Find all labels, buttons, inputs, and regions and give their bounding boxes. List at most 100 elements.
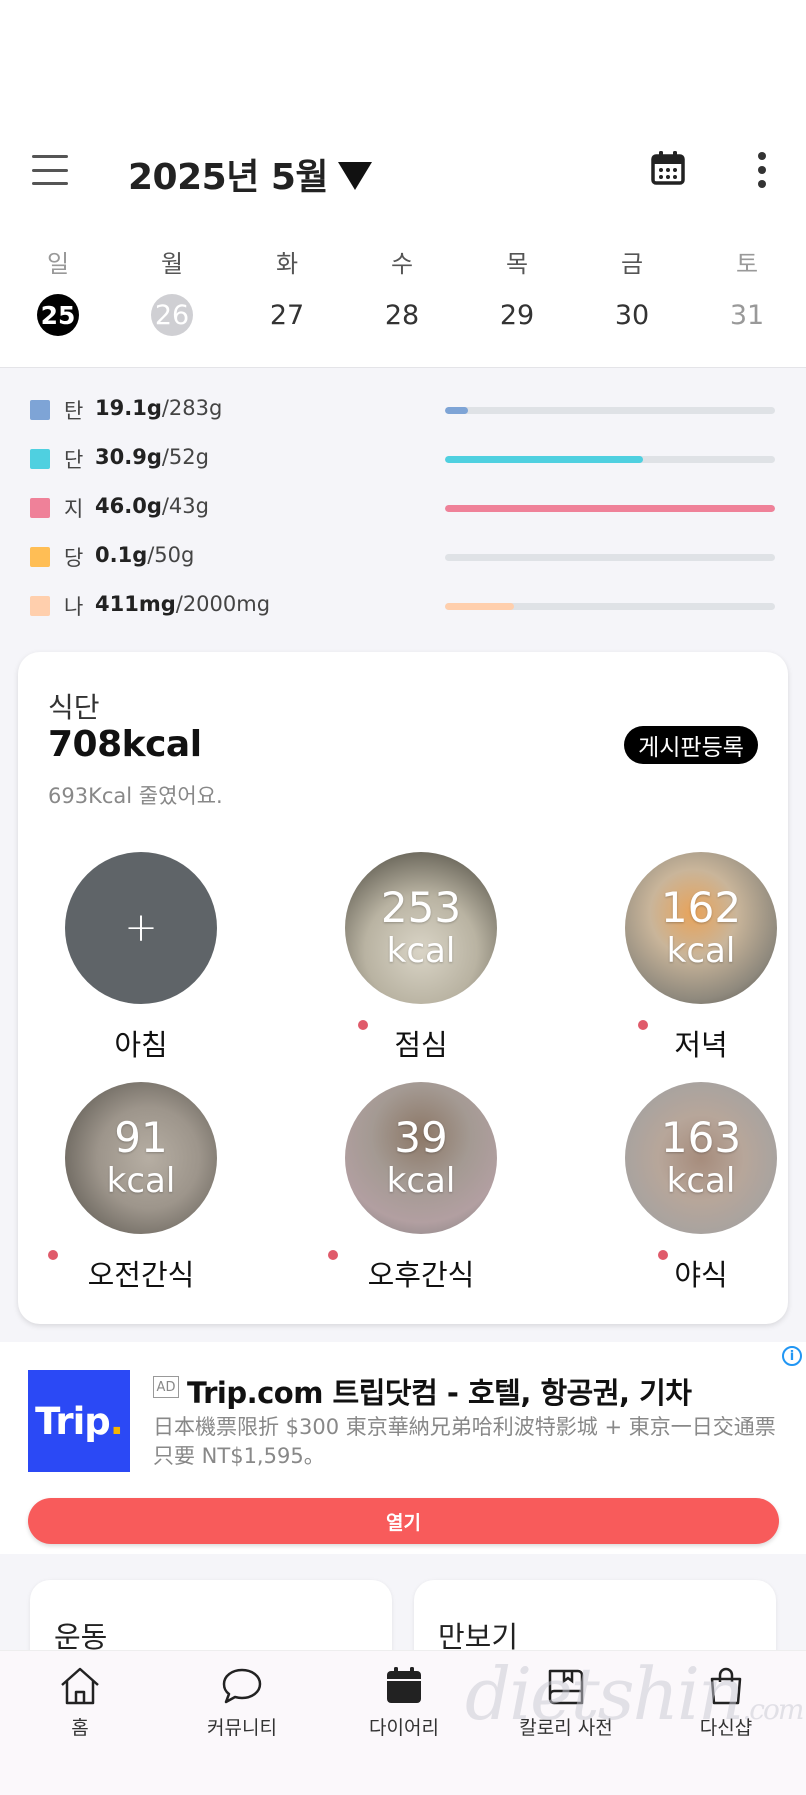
ad-open-button[interactable]: 열기 — [28, 1498, 779, 1544]
meal-kcal-unit: kcal — [666, 1161, 736, 1201]
ad-info-icon[interactable]: i — [782, 1346, 802, 1366]
meal-name: 아침 — [114, 1028, 168, 1062]
book-icon — [548, 1669, 584, 1705]
shopping-bag-icon — [710, 1667, 742, 1705]
nutrient-swatch — [30, 498, 50, 518]
app-header: 2025년 5월 일 25 월 26 화 27 수 28 목 29 금 30 토… — [0, 0, 806, 368]
meal-recorded-dot — [328, 1250, 338, 1260]
meal-name: 점심 — [394, 1028, 448, 1062]
menu-icon[interactable] — [32, 155, 68, 185]
day-number: 28 — [384, 299, 420, 331]
meal-recorded-dot — [48, 1250, 58, 1260]
nutrient-value: 46.0g/43g — [95, 494, 209, 518]
month-title-text: 2025년 5월 — [128, 157, 329, 198]
day-wednesday[interactable]: 수 28 — [372, 244, 432, 336]
day-sunday[interactable]: 일 25 — [28, 244, 88, 336]
add-meal-button[interactable]: + — [65, 852, 217, 1004]
meal-kcal-value: 39 — [394, 1113, 448, 1162]
day-tuesday[interactable]: 화 27 — [257, 244, 317, 336]
meal-kcal-unit: kcal — [106, 1161, 176, 1201]
meal-photo: 91 kcal — [65, 1082, 217, 1234]
meal-lunch[interactable]: 253 kcal 점심 — [298, 852, 498, 1067]
day-number: 25 — [37, 294, 79, 336]
nutrient-progress-bar — [445, 603, 775, 610]
plus-icon: + — [124, 905, 158, 951]
nutrient-progress-fill — [445, 603, 515, 610]
diet-total-kcal: 708kcal — [48, 724, 202, 765]
day-number: 31 — [729, 299, 765, 331]
meal-kcal-unit: kcal — [386, 1161, 456, 1201]
day-of-week: 금 — [620, 250, 644, 278]
ad-banner[interactable]: i Trip. AD Trip.com 트립닷컴 - 호텔, 항공권, 기차 日… — [0, 1342, 806, 1554]
nutrient-swatch — [30, 400, 50, 420]
meal-photo: 39 kcal — [345, 1082, 497, 1234]
more-options-icon[interactable] — [752, 152, 772, 188]
day-of-week: 토 — [735, 250, 759, 278]
nutrient-row-carbs: 탄 19.1g/283g — [30, 395, 780, 425]
dropdown-triangle-icon — [338, 162, 373, 190]
nutrient-value: 0.1g/50g — [95, 543, 195, 567]
ad-badge: AD — [153, 1376, 179, 1398]
meal-kcal-unit: kcal — [666, 931, 736, 971]
chat-icon — [222, 1668, 262, 1704]
meal-breakfast[interactable]: + 아침 — [18, 852, 218, 1067]
nav-calorie-dictionary[interactable]: 칼로리 사전 — [496, 1665, 636, 1740]
nutrient-progress-fill — [445, 456, 643, 463]
nutrient-label: 지 — [64, 497, 84, 521]
month-selector[interactable]: 2025년 5월 — [128, 148, 373, 200]
trip-logo: Trip. — [28, 1370, 130, 1472]
day-number: 29 — [499, 299, 535, 331]
meal-name: 오후간식 — [367, 1258, 475, 1292]
nutrient-value: 19.1g/283g — [95, 396, 223, 420]
nutrient-row-sugar: 당 0.1g/50g — [30, 542, 780, 572]
nav-home[interactable]: 홈 — [10, 1665, 150, 1740]
nutrient-label: 나 — [64, 595, 84, 619]
day-of-week: 수 — [390, 250, 414, 278]
nutrient-row-sodium: 나 411mg/2000mg — [30, 591, 780, 621]
nav-label: 칼로리 사전 — [519, 1717, 613, 1739]
meal-kcal-value: 163 — [660, 1113, 742, 1162]
nutrient-progress-bar — [445, 505, 775, 512]
meal-kcal-value: 91 — [114, 1113, 168, 1162]
post-to-board-button[interactable]: 게시판등록 — [624, 726, 758, 764]
nav-community[interactable]: 커뮤니티 — [172, 1665, 312, 1740]
nav-label: 커뮤니티 — [207, 1717, 277, 1739]
nutrient-row-protein: 단 30.9g/52g — [30, 444, 780, 474]
day-monday[interactable]: 월 26 — [142, 244, 202, 336]
day-saturday[interactable]: 토 31 — [717, 244, 777, 336]
nutrient-progress-bar — [445, 407, 775, 414]
diet-label: 식단 — [48, 691, 100, 724]
ad-title[interactable]: Trip.com 트립닷컴 - 호텔, 항공권, 기차 — [187, 1370, 692, 1412]
meal-kcal-value: 162 — [660, 883, 742, 932]
nutrient-label: 단 — [64, 448, 84, 472]
day-of-week: 일 — [46, 250, 70, 278]
meal-photo: 162 kcal — [625, 852, 777, 1004]
nav-label: 다이어리 — [369, 1717, 439, 1739]
day-number: 30 — [614, 299, 650, 331]
meal-late-night-snack[interactable]: 163 kcal 야식 — [578, 1082, 778, 1297]
nutrient-row-fat: 지 46.0g/43g — [30, 493, 780, 523]
day-number: 26 — [151, 294, 193, 336]
home-icon — [61, 1667, 99, 1705]
nav-label: 다신샵 — [699, 1717, 753, 1739]
day-number: 27 — [269, 299, 305, 331]
meal-photo: 253 kcal — [345, 852, 497, 1004]
calendar-icon[interactable] — [650, 150, 686, 186]
nutrient-progress-fill — [445, 407, 469, 414]
meal-dinner[interactable]: 162 kcal 저녁 — [578, 852, 778, 1067]
meal-morning-snack[interactable]: 91 kcal 오전간식 — [18, 1082, 218, 1297]
nutrient-label: 탄 — [64, 399, 84, 423]
nav-shop[interactable]: 다신샵 — [656, 1665, 796, 1740]
day-thursday[interactable]: 목 29 — [487, 244, 547, 336]
nutrient-progress-bar — [445, 554, 775, 561]
nutrient-value: 30.9g/52g — [95, 445, 209, 469]
day-friday[interactable]: 금 30 — [602, 244, 662, 336]
meal-afternoon-snack[interactable]: 39 kcal 오후간식 — [298, 1082, 498, 1297]
meal-name: 저녁 — [674, 1028, 728, 1062]
diet-reduced-text: 693Kcal 줄였어요. — [48, 784, 223, 808]
diet-card: 식단 708kcal 693Kcal 줄였어요. 게시판등록 + 아침 253 … — [18, 652, 788, 1324]
day-of-week: 화 — [275, 250, 299, 278]
nutrient-swatch — [30, 449, 50, 469]
day-of-week: 목 — [505, 250, 529, 278]
nav-diary[interactable]: 다이어리 — [334, 1665, 474, 1740]
